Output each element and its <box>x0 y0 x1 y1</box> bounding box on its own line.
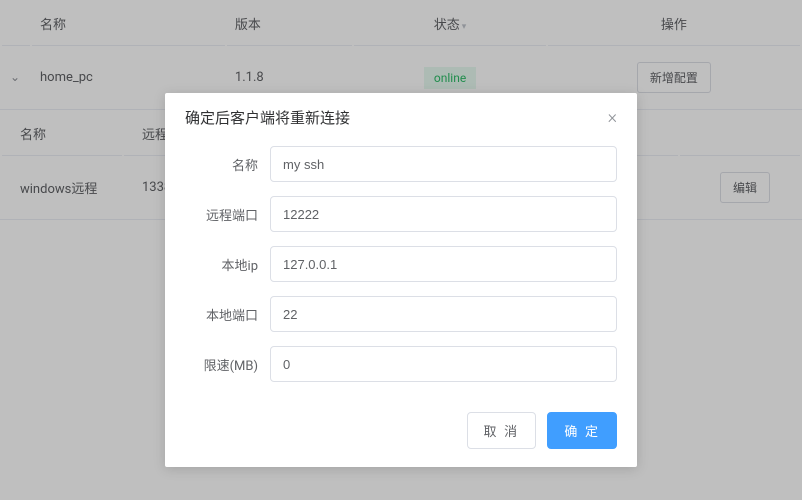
remote-port-input[interactable] <box>270 196 617 232</box>
label-local-ip: 本地ip <box>185 255 270 274</box>
cancel-button[interactable]: 取 消 <box>467 412 537 449</box>
label-remote-port: 远程端口 <box>185 205 270 224</box>
limit-input[interactable] <box>270 346 617 382</box>
edit-config-modal: 确定后客户端将重新连接 × 名称 远程端口 本地ip 本地端口 限速(MB) <box>165 93 637 467</box>
modal-overlay: 确定后客户端将重新连接 × 名称 远程端口 本地ip 本地端口 限速(MB) <box>0 0 802 500</box>
label-limit: 限速(MB) <box>185 355 270 374</box>
close-icon[interactable]: × <box>608 109 617 127</box>
confirm-button[interactable]: 确 定 <box>547 412 617 449</box>
name-input[interactable] <box>270 146 617 182</box>
local-ip-input[interactable] <box>270 246 617 282</box>
label-name: 名称 <box>185 155 270 174</box>
local-port-input[interactable] <box>270 296 617 332</box>
modal-title: 确定后客户端将重新连接 <box>185 107 350 128</box>
label-local-port: 本地端口 <box>185 305 270 324</box>
